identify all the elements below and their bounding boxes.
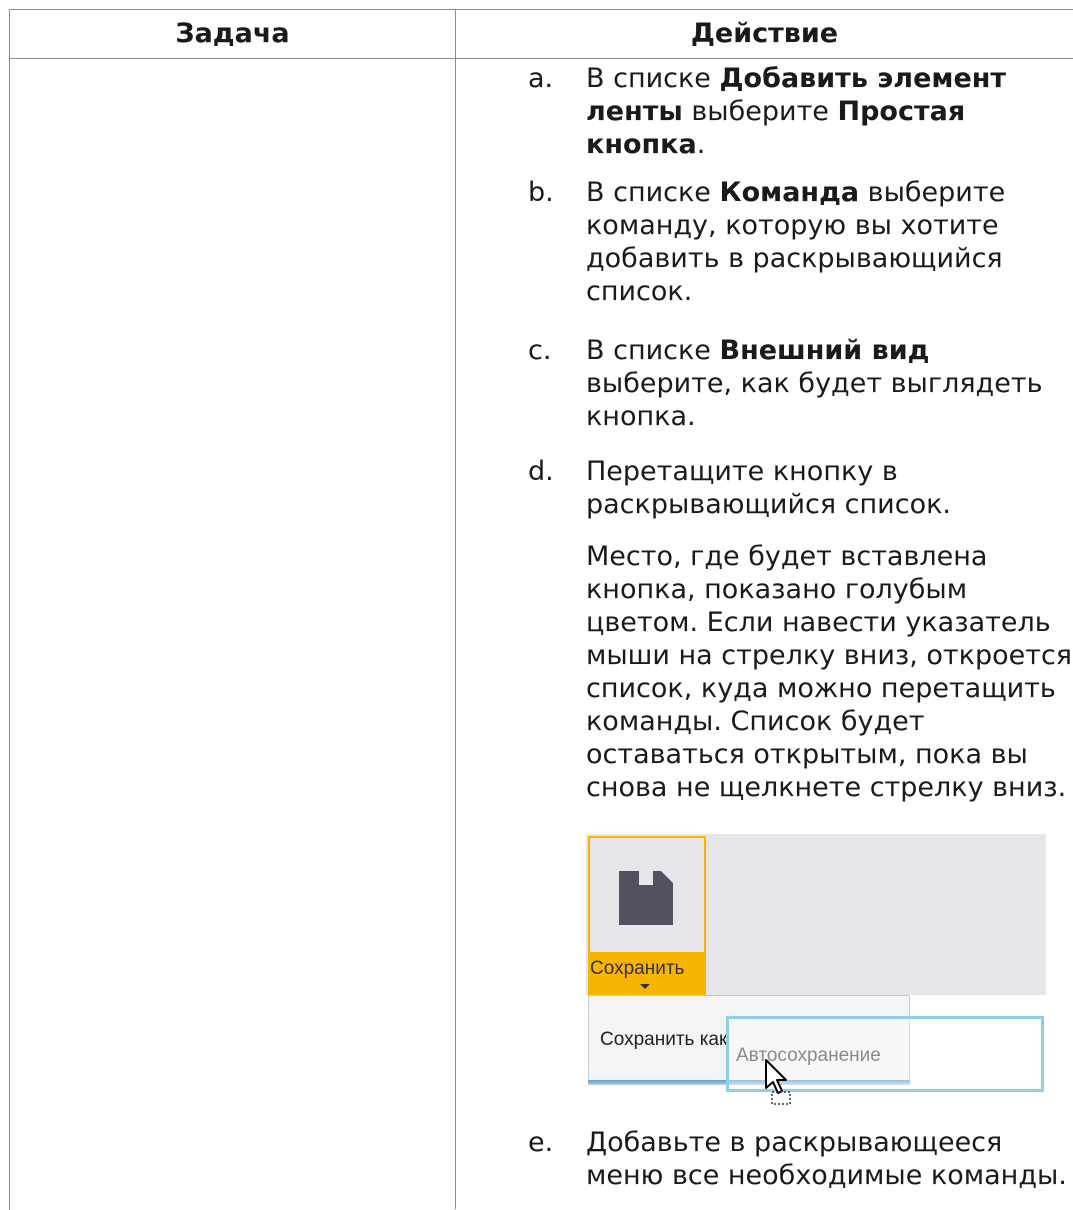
header-action: Действие [690,18,839,49]
step-text: В списке Добавить элемент ленты выберите… [586,62,1073,161]
step-text: В списке Внешний вид выберите, как будет… [586,334,1073,433]
text-run: Добавьте в раскрывающееся меню все необх… [586,1127,1067,1191]
header-divider [9,58,1073,59]
ribbon-screenshot: Сохранить Сохранить как Автосохранение [586,834,1046,1105]
text-run: В списке [586,177,720,208]
step-letter: c. [528,335,552,366]
text-run: Перетащите кнопку в раскрывающийся списо… [586,456,951,520]
step-d-note: Место, где будет вставлена кнопка, показ… [586,541,1073,803]
ui-term: Команда [719,177,860,208]
step-text: Добавьте в раскрывающееся меню все необх… [586,1126,1073,1192]
text-run: выберите [682,96,838,127]
header-task: Задача [175,18,290,49]
dropdown-arrow-icon [640,984,650,989]
step-letter: e. [528,1127,554,1158]
text-run: В списке [586,335,720,366]
save-button-label: Сохранить [590,958,685,979]
text-run: . [696,129,706,160]
step-text: В списке Команда выберите команду, котор… [586,176,1073,308]
drag-cursor-icon [765,1059,791,1105]
step-letter: a. [528,63,554,94]
ui-term: Внешний вид [719,335,930,366]
save-disk-icon [619,871,673,925]
step-letter: d. [528,456,554,487]
step-letter: b. [528,177,554,208]
text-run: выберите, как будет выглядеть кнопка. [586,368,1043,432]
text-run: В списке [586,63,720,94]
step-text: Перетащите кнопку в раскрывающийся списо… [586,455,1073,521]
column-divider [455,9,456,1209]
menu-item-save-as: Сохранить как [600,1029,728,1050]
drag-item-label: Автосохранение [736,1045,881,1066]
